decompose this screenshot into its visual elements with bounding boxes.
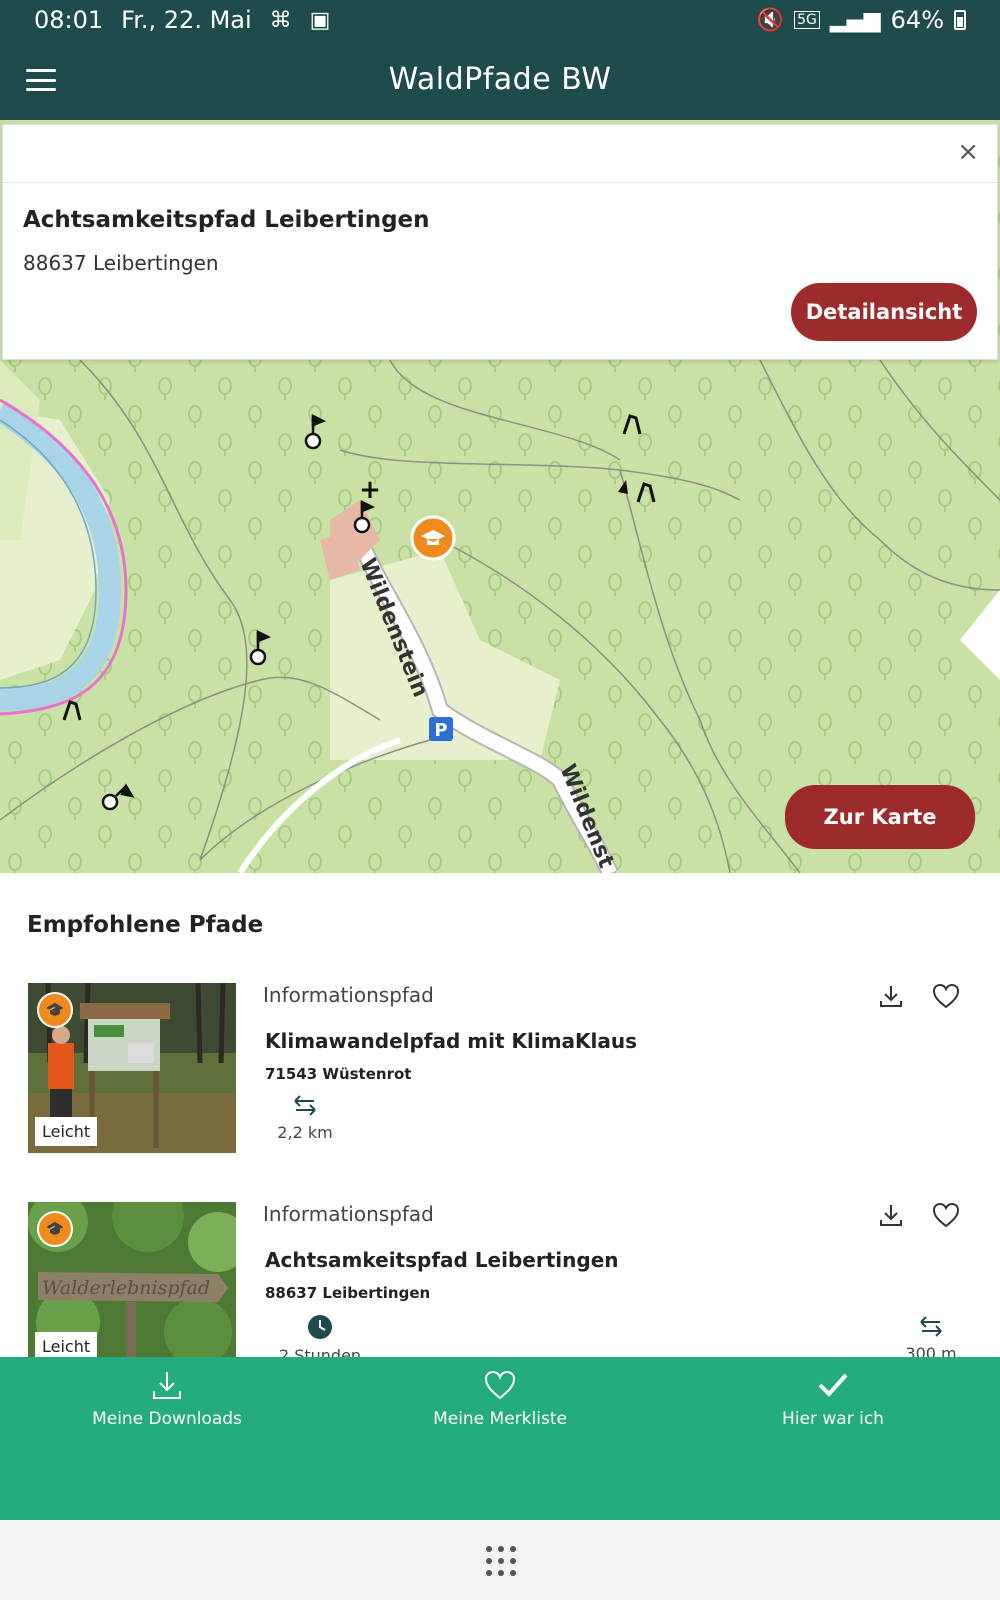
heart-icon[interactable]: [931, 981, 961, 1011]
trail-image[interactable]: 🎓 Leicht: [28, 983, 236, 1153]
trail-location: 71543 Wüstenrot: [265, 1065, 412, 1083]
heart-icon[interactable]: [931, 1200, 961, 1230]
difficulty-badge: Leicht: [35, 1332, 98, 1357]
status-time: 08:01: [34, 6, 104, 34]
bottom-navigation: Meine Downloads Meine Merkliste Hier war…: [0, 1357, 1000, 1520]
battery-percent: 64%: [890, 6, 944, 34]
nav-visited[interactable]: Hier war ich: [708, 1369, 958, 1429]
trail-type: Informationspfad: [263, 1202, 434, 1226]
svg-text:+: +: [359, 475, 381, 505]
app-drawer-icon[interactable]: [486, 1546, 516, 1576]
education-badge-icon: 🎓: [37, 1211, 73, 1247]
map-button[interactable]: Zur Karte: [785, 785, 975, 849]
download-icon[interactable]: [876, 981, 906, 1011]
nav-favorites-label: Meine Merkliste: [433, 1409, 567, 1429]
trail-name[interactable]: Achtsamkeitspfad Leibertingen: [265, 1248, 619, 1272]
nav-downloads[interactable]: Meine Downloads: [42, 1369, 292, 1429]
distance-icon: [920, 1316, 942, 1337]
popup-title: Achtsamkeitspfad Leibertingen: [23, 207, 430, 233]
battery-icon: [954, 10, 966, 30]
network-icon: 5G: [794, 11, 820, 29]
nav-visited-label: Hier war ich: [782, 1409, 884, 1429]
trail-card[interactable]: 🎓 Leicht Informationspfad Klimawandelpfa…: [0, 983, 1000, 1158]
system-navigation: [0, 1520, 1000, 1600]
distance-meta: 2,2 km: [270, 1093, 340, 1142]
section-title: Empfohlene Pfade: [27, 912, 264, 938]
trail-popup: × Achtsamkeitspfad Leibertingen 88637 Le…: [2, 124, 998, 360]
difficulty-badge: Leicht: [35, 1117, 98, 1146]
distance-value: 2,2 km: [277, 1123, 333, 1142]
popup-address: 88637 Leibertingen: [23, 251, 219, 275]
distance-meta: 300 m: [896, 1314, 966, 1363]
trail-card[interactable]: Walderlebnispfad 🎓 Leicht Informationspf…: [0, 1200, 1000, 1365]
trail-location: 88637 Leibertingen: [265, 1284, 431, 1302]
education-badge-icon: 🎓: [37, 992, 73, 1028]
status-date: Fr., 22. Mai: [121, 6, 252, 34]
clock-icon: [308, 1315, 332, 1339]
svg-text:Walderlebnispfad: Walderlebnispfad: [42, 1277, 210, 1299]
signal-icon: ▂▄▆: [829, 7, 881, 33]
app-bar: WaldPfade BW: [0, 42, 1000, 120]
trail-type: Informationspfad: [263, 983, 434, 1007]
download-icon: [153, 1372, 181, 1399]
download-icon[interactable]: [876, 1200, 906, 1230]
close-icon[interactable]: ×: [957, 137, 979, 167]
detail-button[interactable]: Detailansicht: [791, 283, 977, 341]
shortcut-icon: ⌘: [269, 7, 292, 33]
trail-name[interactable]: Klimawandelpfad mit KlimaKlaus: [265, 1029, 637, 1053]
mute-icon: 🔇: [756, 7, 785, 33]
status-bar: 08:01 Fr., 22. Mai ⌘ ▣ 🔇 5G ▂▄▆ 64%: [0, 0, 1000, 42]
nav-favorites[interactable]: Meine Merkliste: [375, 1369, 625, 1429]
nav-downloads-label: Meine Downloads: [92, 1409, 242, 1429]
parking-label: P: [434, 720, 447, 741]
gallery-icon: ▣: [309, 7, 331, 33]
app-title: WaldPfade BW: [388, 62, 612, 97]
trail-image[interactable]: Walderlebnispfad 🎓 Leicht: [28, 1202, 236, 1357]
checkmark-icon: [818, 1373, 848, 1397]
distance-icon: [294, 1095, 316, 1116]
heart-icon: [484, 1370, 516, 1400]
